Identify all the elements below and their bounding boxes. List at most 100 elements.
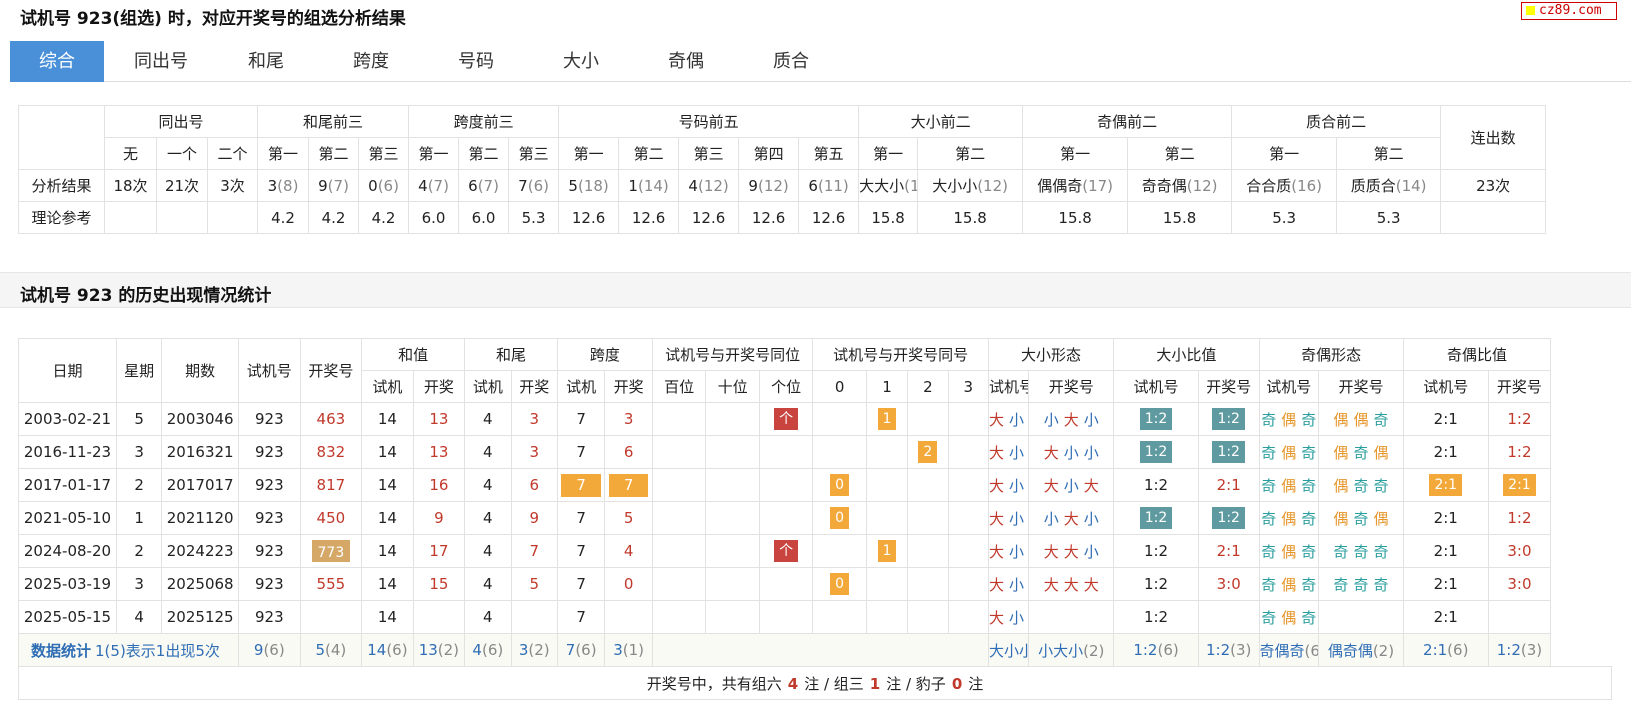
parity-ratio-trial: 2:1 xyxy=(1402,435,1489,469)
summary-cell: 6(11) xyxy=(798,169,860,202)
history-subheader: 试机号 xyxy=(1258,370,1320,403)
parity-shape-trial: 奇偶奇 xyxy=(1258,468,1320,502)
table-row[interactable]: 2003-02-215200304692346314134373个1大小小小大小… xyxy=(18,402,1612,436)
tab-jiou[interactable]: 奇偶 xyxy=(639,41,733,82)
date-cell: 2016-11-23 xyxy=(18,435,117,469)
summary-cell: 4.2 xyxy=(358,201,410,234)
history-subheader: 开奖号 xyxy=(1197,370,1260,403)
note-part: 注 xyxy=(968,674,984,693)
stats-count: (2) xyxy=(528,641,550,659)
summary-subheader: 二个 xyxy=(206,137,259,170)
history-group-header: 奇偶比值 xyxy=(1402,338,1552,371)
table-row[interactable]: 2021-05-101202112092345014949750大小小小大小1:… xyxy=(18,501,1612,535)
parity-ratio-trial: 2:1 xyxy=(1402,402,1489,436)
parity-shape-draw: 奇奇奇 xyxy=(1318,567,1404,601)
span-draw-cell: 7 xyxy=(604,468,653,502)
same-digit-t1 xyxy=(865,567,909,601)
tab-haoma[interactable]: 号码 xyxy=(429,41,523,82)
stats-cell: 2:1(6) xyxy=(1402,633,1489,667)
span-trial-cell: 7 xyxy=(556,534,606,568)
size-shape-trial: 大小小 xyxy=(987,567,1030,601)
ratio-value: 3:0 xyxy=(1507,542,1532,560)
same-position-shi xyxy=(705,567,760,601)
stats-cell: 13(2) xyxy=(412,633,466,667)
stats-cell: 1:2(3) xyxy=(1487,633,1552,667)
parity-shape-trial: 奇偶奇 xyxy=(1258,435,1320,469)
draw-number: 555 xyxy=(316,575,346,593)
trial-number-cell: 923 xyxy=(238,534,301,568)
same-digit-t0 xyxy=(812,600,867,634)
week-cell: 2 xyxy=(115,534,163,568)
same-position-ge: 个 xyxy=(758,402,814,436)
parity-shape-draw: 偶奇偶 xyxy=(1318,501,1404,535)
shape-char: 偶 xyxy=(1281,443,1297,462)
same-position-ge xyxy=(758,567,814,601)
summary-subheader: 第五 xyxy=(798,137,860,170)
parity-shape-draw xyxy=(1318,600,1404,634)
tab-hewei[interactable]: 和尾 xyxy=(219,41,313,82)
week-cell: 4 xyxy=(115,600,163,634)
stats-label[interactable]: 数据统计 xyxy=(31,642,91,660)
tab-zonghe[interactable]: 综合 xyxy=(10,41,104,82)
shape-char: 大 xyxy=(988,443,1004,462)
stats-cell: 14(6) xyxy=(361,633,414,667)
stats-note: 1(5)表示1出现5次 xyxy=(95,641,220,660)
span-trial-cell: 7 xyxy=(556,468,606,502)
summary-subheader: 第二 xyxy=(917,137,1024,170)
table-row[interactable]: 2017-01-1722017017923817141646770大小小大小大1… xyxy=(18,468,1612,502)
draw-type-note: 开奖号中，共有组六 4 注 / 组三 1 注 / 豹子 0 注 xyxy=(18,666,1612,700)
tab-tongchuhao[interactable]: 同出号 xyxy=(114,41,208,82)
table-row[interactable]: 2025-05-15420251259231447大小小1:2奇偶奇2:1 xyxy=(18,600,1612,634)
tab-zhihe[interactable]: 质合 xyxy=(744,41,838,82)
span-draw-cell: 0 xyxy=(604,567,653,601)
summary-subheader: 第一 xyxy=(408,137,460,170)
same-position-ge xyxy=(758,468,814,502)
tab-daxiao[interactable]: 大小 xyxy=(534,41,628,82)
size-ratio-trial: 1:2 xyxy=(1113,534,1199,568)
tab-kuadu[interactable]: 跨度 xyxy=(324,41,418,82)
table-row[interactable]: 2025-03-1932025068923555141545700大小小大大大1… xyxy=(18,567,1612,601)
stats-value: 小大小 xyxy=(1038,641,1084,660)
cell-value: 质质合 xyxy=(1350,177,1396,195)
shape-char: 奇 xyxy=(1261,476,1277,495)
summary-subheader: 第二 xyxy=(458,137,510,170)
week-cell: 3 xyxy=(115,567,163,601)
cell-count: (12) xyxy=(757,176,789,195)
note-part: 0 xyxy=(951,674,963,693)
sum-trial-cell: 14 xyxy=(361,600,414,634)
stats-count: (6) xyxy=(1447,641,1469,659)
table-row[interactable]: 2024-08-202202422392377314174774个1大小小大大小… xyxy=(18,534,1612,568)
shape-char: 奇 xyxy=(1301,476,1317,495)
shape-char: 奇 xyxy=(1261,509,1277,528)
ratio-badge: 2:1 xyxy=(1429,474,1462,496)
same-digit-badge: 0 xyxy=(830,507,850,529)
tail-trial-cell: 4 xyxy=(464,435,512,469)
parity-ratio-draw: 1:2 xyxy=(1487,501,1552,535)
history-subheader: 十位 xyxy=(705,370,760,403)
stats-value: 7 xyxy=(565,641,576,659)
tail-draw-cell: 5 xyxy=(510,567,558,601)
note-part: 1 xyxy=(869,674,881,693)
shape-char: 奇 xyxy=(1261,575,1277,594)
parity-shape-trial: 奇偶奇 xyxy=(1258,567,1320,601)
summary-cell: 23次 xyxy=(1440,169,1547,202)
same-digit-t2 xyxy=(907,501,949,535)
size-ratio-trial: 1:2 xyxy=(1113,600,1199,634)
cell-count: (12) xyxy=(1186,177,1218,195)
shape-char: 奇 xyxy=(1301,575,1317,594)
summary-cell: 大大小(15) xyxy=(858,169,919,202)
shape-char: 小 xyxy=(1083,443,1099,462)
parity-shape-trial: 奇偶奇 xyxy=(1258,501,1320,535)
same-position-ge xyxy=(758,435,814,469)
summary-cell: 6(7) xyxy=(458,169,510,202)
summary-subheader: 无 xyxy=(104,137,157,170)
table-row[interactable]: 2016-11-2332016321923832141343762大小小大小小1… xyxy=(18,435,1612,469)
stats-count: (6) xyxy=(481,641,504,659)
same-digit-t1: 1 xyxy=(865,402,909,436)
span-trial-cell: 7 xyxy=(556,435,606,469)
site-logo[interactable]: cz89.com xyxy=(1521,2,1617,20)
size-ratio-trial: 1:2 xyxy=(1113,501,1199,535)
trial-number-cell: 923 xyxy=(238,468,301,502)
parity-ratio-trial: 2:1 xyxy=(1402,534,1489,568)
cell-count: (7) xyxy=(327,176,349,195)
